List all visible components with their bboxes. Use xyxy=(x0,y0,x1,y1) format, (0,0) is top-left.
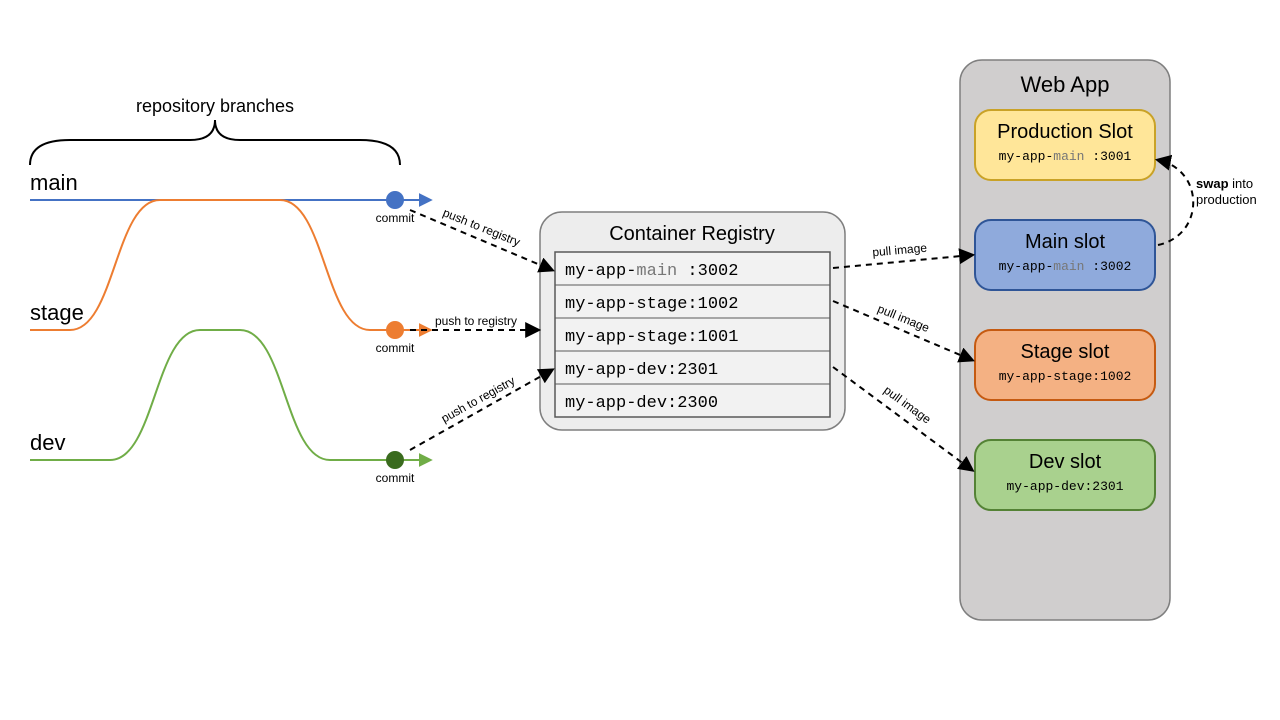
pull-label-dev: pull image xyxy=(881,383,934,427)
pull-arrow-dev xyxy=(833,367,972,470)
slot-main-tag: my-app-main :3002 xyxy=(999,259,1132,274)
push-label-stage: push to registry xyxy=(435,314,517,328)
branches-bracket xyxy=(30,120,400,165)
registry-row-3: my-app-stage:1001 xyxy=(565,328,738,347)
slot-dev-tag: my-app-dev:2301 xyxy=(1006,479,1123,494)
web-app-title: Web App xyxy=(1021,72,1110,97)
registry-row-2: my-app-stage:1002 xyxy=(565,295,738,314)
branch-label-main: main xyxy=(30,170,78,195)
slot-stage-title: Stage slot xyxy=(1021,341,1110,363)
registry-table: my-app-main :3002 my-app-stage:1002 my-a… xyxy=(555,252,830,417)
registry-row-5: my-app-dev:2300 xyxy=(565,394,718,413)
bracket-label: repository branches xyxy=(136,96,294,116)
container-registry-title: Container Registry xyxy=(609,223,775,245)
branch-label-dev: dev xyxy=(30,430,65,455)
pull-label-main: pull image xyxy=(872,241,928,260)
swap-label: swap into production xyxy=(1196,176,1257,207)
branch-line-stage xyxy=(30,200,430,330)
pull-arrow-main xyxy=(833,255,972,268)
commit-dot-stage xyxy=(386,321,404,339)
slot-main-title: Main slot xyxy=(1025,231,1105,253)
pull-label-stage: pull image xyxy=(876,302,932,336)
commit-dot-main xyxy=(386,191,404,209)
slot-stage-tag: my-app-stage:1002 xyxy=(999,369,1132,384)
branch-label-stage: stage xyxy=(30,300,84,325)
slot-production-tag: my-app-main :3001 xyxy=(999,149,1132,164)
slot-dev-title: Dev slot xyxy=(1029,451,1102,473)
branch-line-dev xyxy=(30,330,430,460)
commit-label-dev: commit xyxy=(376,471,415,485)
push-arrow-dev xyxy=(410,370,552,450)
slot-production-title: Production Slot xyxy=(997,121,1133,143)
commit-dot-dev xyxy=(386,451,404,469)
commit-label-stage: commit xyxy=(376,341,415,355)
registry-row-4: my-app-dev:2301 xyxy=(565,361,718,380)
commit-label-main: commit xyxy=(376,211,415,225)
push-label-dev: push to registry xyxy=(439,373,518,425)
registry-row-1: my-app-main :3002 xyxy=(565,262,738,281)
